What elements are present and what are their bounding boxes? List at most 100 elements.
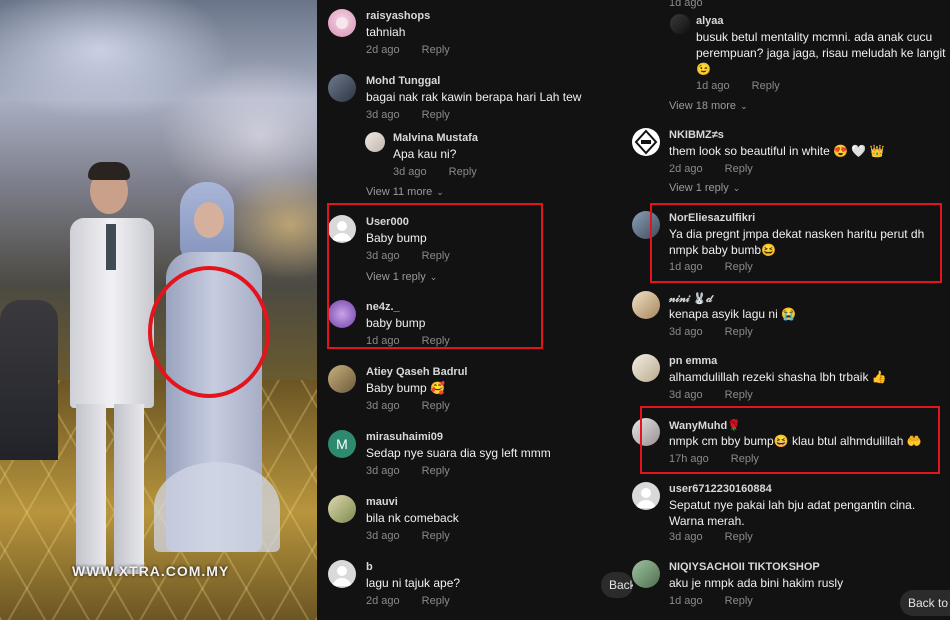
comment-text: them look so beautiful in white 😍 🤍 👑 xyxy=(669,144,885,158)
comment-item: raisyashops tahniah 2d ago Reply xyxy=(317,6,600,62)
back-to-button[interactable]: Back to xyxy=(900,590,950,616)
reply-button[interactable]: Reply xyxy=(422,595,450,607)
comment-username[interactable]: user6712230160884 xyxy=(669,483,772,495)
photo-avatar-icon[interactable] xyxy=(632,354,660,382)
comment-text: alhamdulillah rezeki shasha lbh trbaik 👍 xyxy=(669,370,887,384)
reply-button[interactable]: Reply xyxy=(422,44,450,56)
view-more-label: View 11 more xyxy=(366,186,433,198)
chevron-down-icon: ⌄ xyxy=(740,101,748,111)
comment-meta: 3d ago Reply xyxy=(669,531,753,543)
reply-button[interactable]: Reply xyxy=(449,166,477,178)
reply-button[interactable]: Reply xyxy=(422,109,450,121)
comment-meta: 3d ago Reply xyxy=(669,389,753,401)
comment-text: Sepatut nye pakai lah bju adat pengantin… xyxy=(669,498,916,528)
photo-avatar-icon[interactable] xyxy=(328,495,356,523)
reply-button[interactable]: Reply xyxy=(422,530,450,542)
comment-text: bila nk comeback xyxy=(366,511,459,525)
reply-item: Malvina Mustafa Apa kau ni? 3d ago Reply xyxy=(317,129,600,181)
groom-figure xyxy=(62,162,162,588)
comment-item: M mirasuhaimi09 Sedap nye suara dia syg … xyxy=(317,428,600,484)
comment-meta: 2d ago Reply xyxy=(366,595,450,607)
reply-button[interactable]: Reply xyxy=(725,595,753,607)
highlight-box xyxy=(650,203,942,283)
comment-meta: 3d ago Reply xyxy=(669,326,753,338)
comment-username[interactable]: alyaa xyxy=(696,15,724,27)
comment-text: Baby bump 🥰 xyxy=(366,381,445,395)
view-more-replies[interactable]: View 11 more ⌄ xyxy=(366,186,444,198)
comment-meta: 3d ago Reply xyxy=(366,400,450,412)
comment-username[interactable]: b xyxy=(366,561,373,573)
comment-time: 3d ago xyxy=(366,400,400,412)
reply-button[interactable]: Reply xyxy=(725,389,753,401)
comment-username[interactable]: Atiey Qaseh Badrul xyxy=(366,366,467,378)
comment-time: 1d ago xyxy=(669,0,703,9)
comment-time: 3d ago xyxy=(366,530,400,542)
view-more-replies[interactable]: View 18 more ⌄ xyxy=(669,100,748,112)
highlight-box xyxy=(640,406,940,474)
guest-figure xyxy=(0,300,58,460)
comment-item: user6712230160884 Sepatut nye pakai lah … xyxy=(600,480,950,550)
comment-username[interactable]: 𝓃𝒾𝓃𝒾 🐰𝒹 xyxy=(669,292,712,306)
comment-time: 2d ago xyxy=(366,44,400,56)
comment-meta: 1d ago Reply xyxy=(696,80,780,92)
default-user-icon[interactable] xyxy=(632,482,660,510)
reply-button[interactable]: Reply xyxy=(725,531,753,543)
back-button[interactable]: Back xyxy=(601,572,633,598)
comment-meta: 3d ago Reply xyxy=(366,530,450,542)
default-user-icon[interactable] xyxy=(328,560,356,588)
comment-time: 2d ago xyxy=(669,163,703,175)
comment-time: 3d ago xyxy=(669,326,703,338)
highlight-circle xyxy=(148,266,270,398)
comment-text: lagu ni tajuk ape? xyxy=(366,576,461,590)
comment-meta: 3d ago Reply xyxy=(393,166,477,178)
comment-username[interactable]: Mohd Tunggal xyxy=(366,75,440,87)
reply-button[interactable]: Reply xyxy=(422,465,450,477)
view-replies[interactable]: View 1 reply ⌄ xyxy=(669,182,740,194)
comment-text: kenapa asyik lagu ni 😭 xyxy=(669,307,797,321)
reply-button[interactable]: Reply xyxy=(725,326,753,338)
avatar-letter: M xyxy=(336,436,348,452)
comment-time: 3d ago xyxy=(366,109,400,121)
comment-time: 3d ago xyxy=(393,166,427,178)
wedding-photo: WWW.XTRA.COM.MY xyxy=(0,0,317,620)
comment-time: 2d ago xyxy=(366,595,400,607)
comment-username[interactable]: Malvina Mustafa xyxy=(393,132,478,144)
reply-button[interactable]: Reply xyxy=(752,80,780,92)
reply-button[interactable]: Reply xyxy=(422,400,450,412)
comment-time: 3d ago xyxy=(669,389,703,401)
letter-m-avatar-icon[interactable]: M xyxy=(328,430,356,458)
comment-meta: 2d ago Reply xyxy=(366,44,450,56)
comment-time: 3d ago xyxy=(366,465,400,477)
logo-avatar-icon[interactable] xyxy=(632,128,660,156)
watermark: WWW.XTRA.COM.MY xyxy=(72,563,230,579)
photo-avatar-icon[interactable] xyxy=(632,560,660,588)
comment-item: mauvi bila nk comeback 3d ago Reply xyxy=(317,493,600,549)
photo-avatar-icon[interactable] xyxy=(365,132,385,152)
photo-avatar-icon[interactable] xyxy=(632,291,660,319)
highlight-box xyxy=(327,203,543,349)
comment-username[interactable]: NIQIYSACHOII TIKTOKSHOP xyxy=(669,561,820,573)
comment-meta: 3d ago Reply xyxy=(366,465,450,477)
reply-button[interactable]: Reply xyxy=(725,163,753,175)
comment-meta: 2d ago Reply xyxy=(669,163,753,175)
comment-text: Sedap nye suara dia syg left mmm xyxy=(366,446,551,460)
comment-time: 3d ago xyxy=(669,531,703,543)
comment-text: bagai nak rak kawin berapa hari Lah tew xyxy=(366,90,582,104)
comment-item: b lagu ni tajuk ape? 2d ago Reply xyxy=(317,558,600,614)
comment-username[interactable]: mirasuhaimi09 xyxy=(366,431,443,443)
comment-username[interactable]: pn emma xyxy=(669,355,717,367)
comment-username[interactable]: raisyashops xyxy=(366,10,430,22)
photo-avatar-icon[interactable] xyxy=(328,365,356,393)
comment-item: NIQIYSACHOII TIKTOKSHOP aku je nmpk ada … xyxy=(600,558,950,614)
comment-username[interactable]: mauvi xyxy=(366,496,398,508)
comment-text: aku je nmpk ada bini hakim rusly xyxy=(669,576,844,590)
view-more-label: View 18 more xyxy=(669,100,737,112)
comment-meta: 3d ago Reply xyxy=(366,109,450,121)
pink-avatar-icon[interactable] xyxy=(328,9,356,37)
photo-avatar-icon[interactable] xyxy=(328,74,356,102)
comment-username[interactable]: NKIBMZ≠s xyxy=(669,129,724,141)
comment-column-left: raisyashops tahniah 2d ago Reply Mohd Tun… xyxy=(317,0,600,620)
comment-text: Apa kau ni? xyxy=(393,147,457,161)
comment-text: busuk betul mentality mcmni. ada anak cu… xyxy=(696,30,946,76)
photo-avatar-icon[interactable] xyxy=(670,14,690,34)
